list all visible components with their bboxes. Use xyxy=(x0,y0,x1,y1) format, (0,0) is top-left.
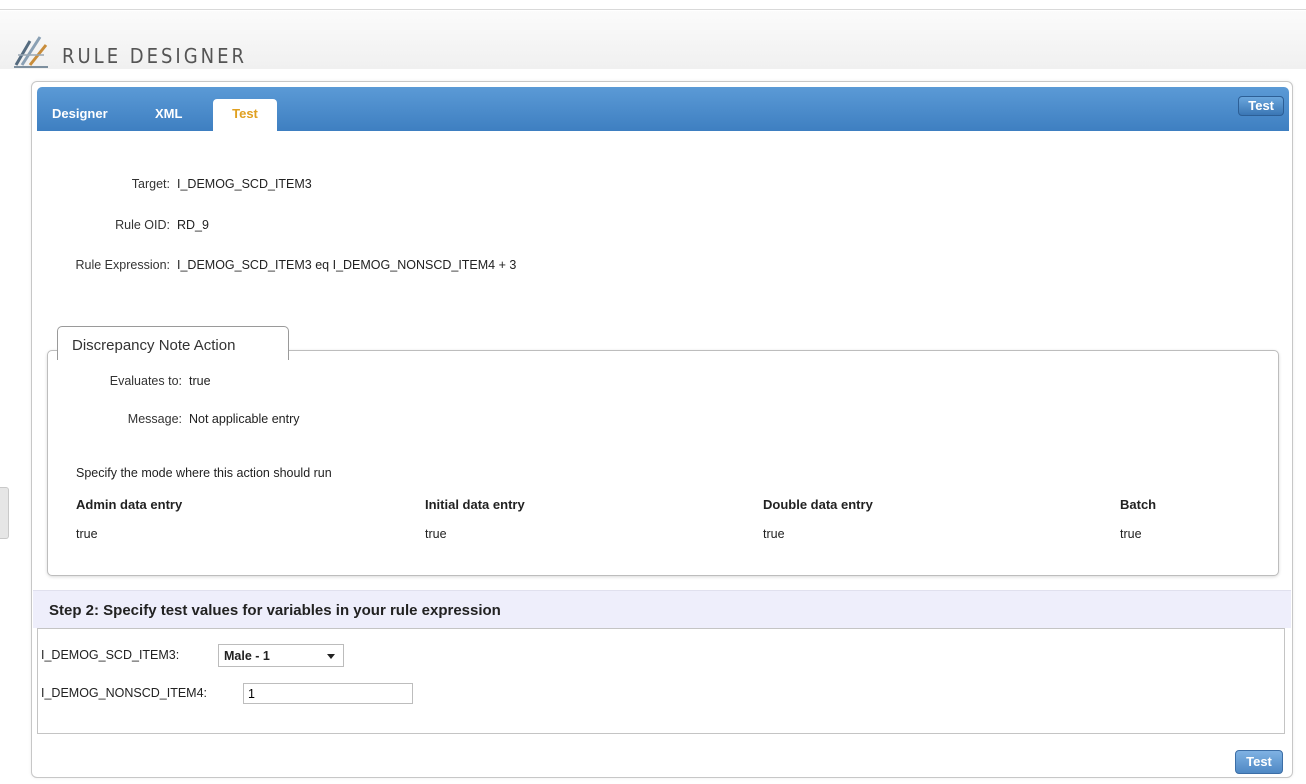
var1-selected-value: Male - 1 xyxy=(224,649,270,663)
var1-select[interactable]: Male - 1 xyxy=(218,644,344,667)
tab-xml[interactable]: XML xyxy=(155,103,182,131)
rule-expression-label: Rule Expression: xyxy=(75,258,171,272)
test-button-bottom[interactable]: Test xyxy=(1235,750,1283,774)
var2-input[interactable] xyxy=(243,683,413,704)
step2-header: Step 2: Specify test values for variable… xyxy=(33,590,1291,628)
message-label: Message: xyxy=(127,412,182,426)
mode-header-batch: Batch xyxy=(1120,497,1157,512)
mode-header-admin: Admin data entry xyxy=(76,497,183,512)
tab-bar: Designer XML Test Test xyxy=(37,87,1289,131)
mode-header-initial: Initial data entry xyxy=(425,497,525,512)
mode-header-double: Double data entry xyxy=(763,497,873,512)
mode-prompt: Specify the mode where this action shoul… xyxy=(76,466,332,480)
rule-expression-value: I_DEMOG_SCD_ITEM3 eq I_DEMOG_NONSCD_ITEM… xyxy=(177,258,517,272)
side-collapse-handle[interactable] xyxy=(0,487,9,539)
mode-value-admin: true xyxy=(76,527,98,541)
app-title: RULE DESIGNER xyxy=(62,44,247,68)
evaluates-to-label: Evaluates to: xyxy=(109,374,182,388)
tab-designer[interactable]: Designer xyxy=(52,103,108,131)
mode-value-batch: true xyxy=(1120,527,1142,541)
var2-label: I_DEMOG_NONSCD_ITEM4: xyxy=(41,686,208,700)
step2-title: Step 2: Specify test values for variable… xyxy=(49,602,501,619)
rule-oid-label: Rule OID: xyxy=(115,218,170,232)
discrepancy-note-action-box xyxy=(47,350,1279,576)
test-button-top[interactable]: Test xyxy=(1238,96,1284,116)
app-header: RULE DESIGNER xyxy=(0,11,1306,69)
discrepancy-note-action-tab: Discrepancy Note Action xyxy=(57,326,289,360)
target-label: Target: xyxy=(131,177,170,191)
top-border xyxy=(0,0,1306,10)
rule-designer-panel: Designer XML Test Test Target: I_DEMOG_S… xyxy=(31,81,1293,778)
var1-label: I_DEMOG_SCD_ITEM3: xyxy=(41,648,180,662)
step2-body: I_DEMOG_SCD_ITEM3: Male - 1 I_DEMOG_NONS… xyxy=(37,628,1285,734)
target-value: I_DEMOG_SCD_ITEM3 xyxy=(177,177,312,191)
message-value: Not applicable entry xyxy=(189,412,300,426)
tab-test[interactable]: Test xyxy=(213,99,277,131)
mode-value-initial: true xyxy=(425,527,447,541)
mode-value-double: true xyxy=(763,527,785,541)
rule-designer-logo-icon xyxy=(14,36,48,68)
rule-oid-value: RD_9 xyxy=(177,218,209,232)
evaluates-to-value: true xyxy=(189,374,211,388)
chevron-down-icon xyxy=(327,654,335,659)
